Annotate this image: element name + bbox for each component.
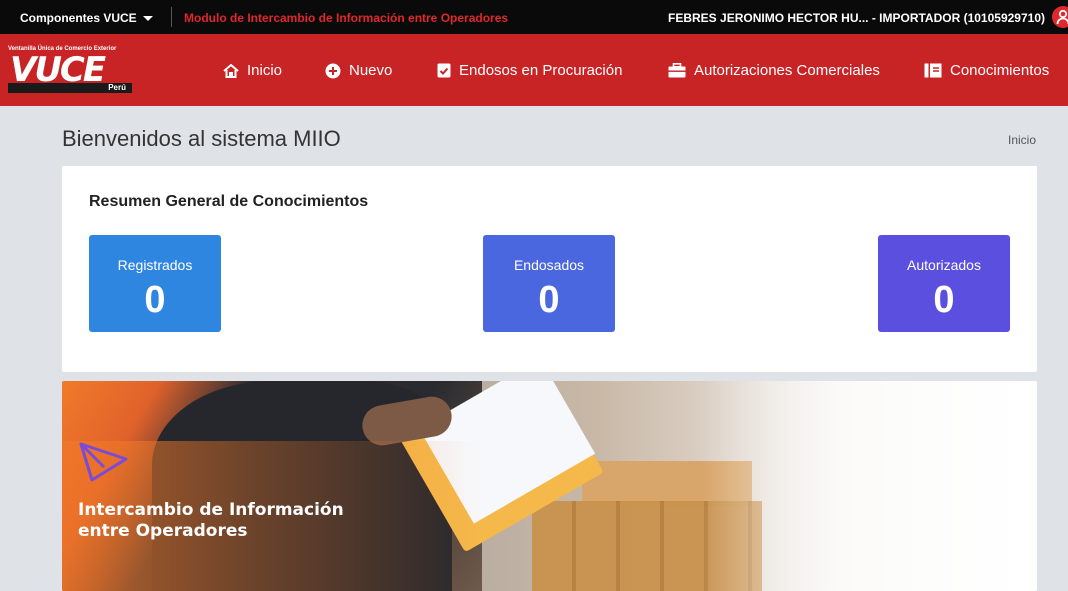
logo-bar (8, 83, 90, 93)
plus-circle-icon (325, 63, 341, 78)
module-title: Modulo de Intercambio de Información ent… (184, 11, 509, 25)
stat-value: 0 (144, 279, 166, 321)
nav-item-label: Conocimientos (950, 62, 1050, 79)
page-title: Bienvenidos al sistema MIIO (62, 126, 341, 151)
summary-card: Resumen General de Conocimientos Registr… (62, 166, 1037, 372)
stat-label: Autorizados (907, 257, 981, 273)
stat-value: 0 (933, 279, 955, 321)
book-icon (924, 63, 942, 78)
user-menu[interactable]: FEBRES JERONIMO HECTOR HU... - IMPORTADO… (668, 11, 1045, 25)
summary-title: Resumen General de Conocimientos (89, 193, 369, 210)
check-document-icon (437, 63, 451, 78)
stat-label: Endosados (513, 257, 585, 273)
nav-item-label: Autorizaciones Comerciales (694, 62, 880, 79)
banner-photo-fade (702, 381, 1037, 591)
main-navbar: Ventanilla Única de Comercio Exterior VU… (0, 34, 1068, 106)
home-icon (223, 63, 239, 78)
stat-endosados[interactable]: Endosados 0 (483, 235, 615, 332)
nav-item-inicio[interactable]: Inicio (223, 62, 282, 79)
briefcase-icon (668, 63, 686, 78)
nav-item-endosos[interactable]: Endosos en Procuración (437, 62, 622, 79)
banner-line-1: Intercambio de Información (78, 500, 344, 520)
stat-value: 0 (538, 279, 560, 321)
user-avatar-icon[interactable] (1052, 6, 1068, 28)
divider (171, 7, 172, 27)
nav-item-autorizaciones[interactable]: Autorizaciones Comerciales (668, 62, 880, 79)
chevron-down-icon[interactable] (143, 16, 153, 21)
breadcrumb[interactable]: Inicio (1008, 133, 1036, 147)
top-bar: Componentes VUCE Modulo de Intercambio d… (0, 0, 1068, 34)
triangle-logo-icon (79, 442, 128, 482)
logo-country: Perú (90, 83, 132, 93)
nav-item-label: Endosos en Procuración (459, 62, 623, 79)
banner-line-2: entre Operadores (78, 521, 248, 541)
nav-item-label: Nuevo (349, 62, 393, 79)
stat-label: Registrados (117, 257, 193, 273)
nav-item-conocimientos[interactable]: Conocimientos (924, 62, 1049, 79)
hero-banner: Intercambio de Información entre Operado… (62, 381, 1037, 591)
nav-item-nuevo[interactable]: Nuevo (325, 62, 392, 79)
nav-item-label: Inicio (247, 62, 283, 79)
stat-autorizados[interactable]: Autorizados 0 (878, 235, 1010, 332)
stat-registrados[interactable]: Registrados 0 (89, 235, 221, 332)
banner-caption: Intercambio de Información entre Operado… (78, 500, 344, 542)
vuce-logo[interactable]: Ventanilla Única de Comercio Exterior VU… (8, 46, 134, 94)
components-menu[interactable]: Componentes VUCE (20, 11, 137, 25)
